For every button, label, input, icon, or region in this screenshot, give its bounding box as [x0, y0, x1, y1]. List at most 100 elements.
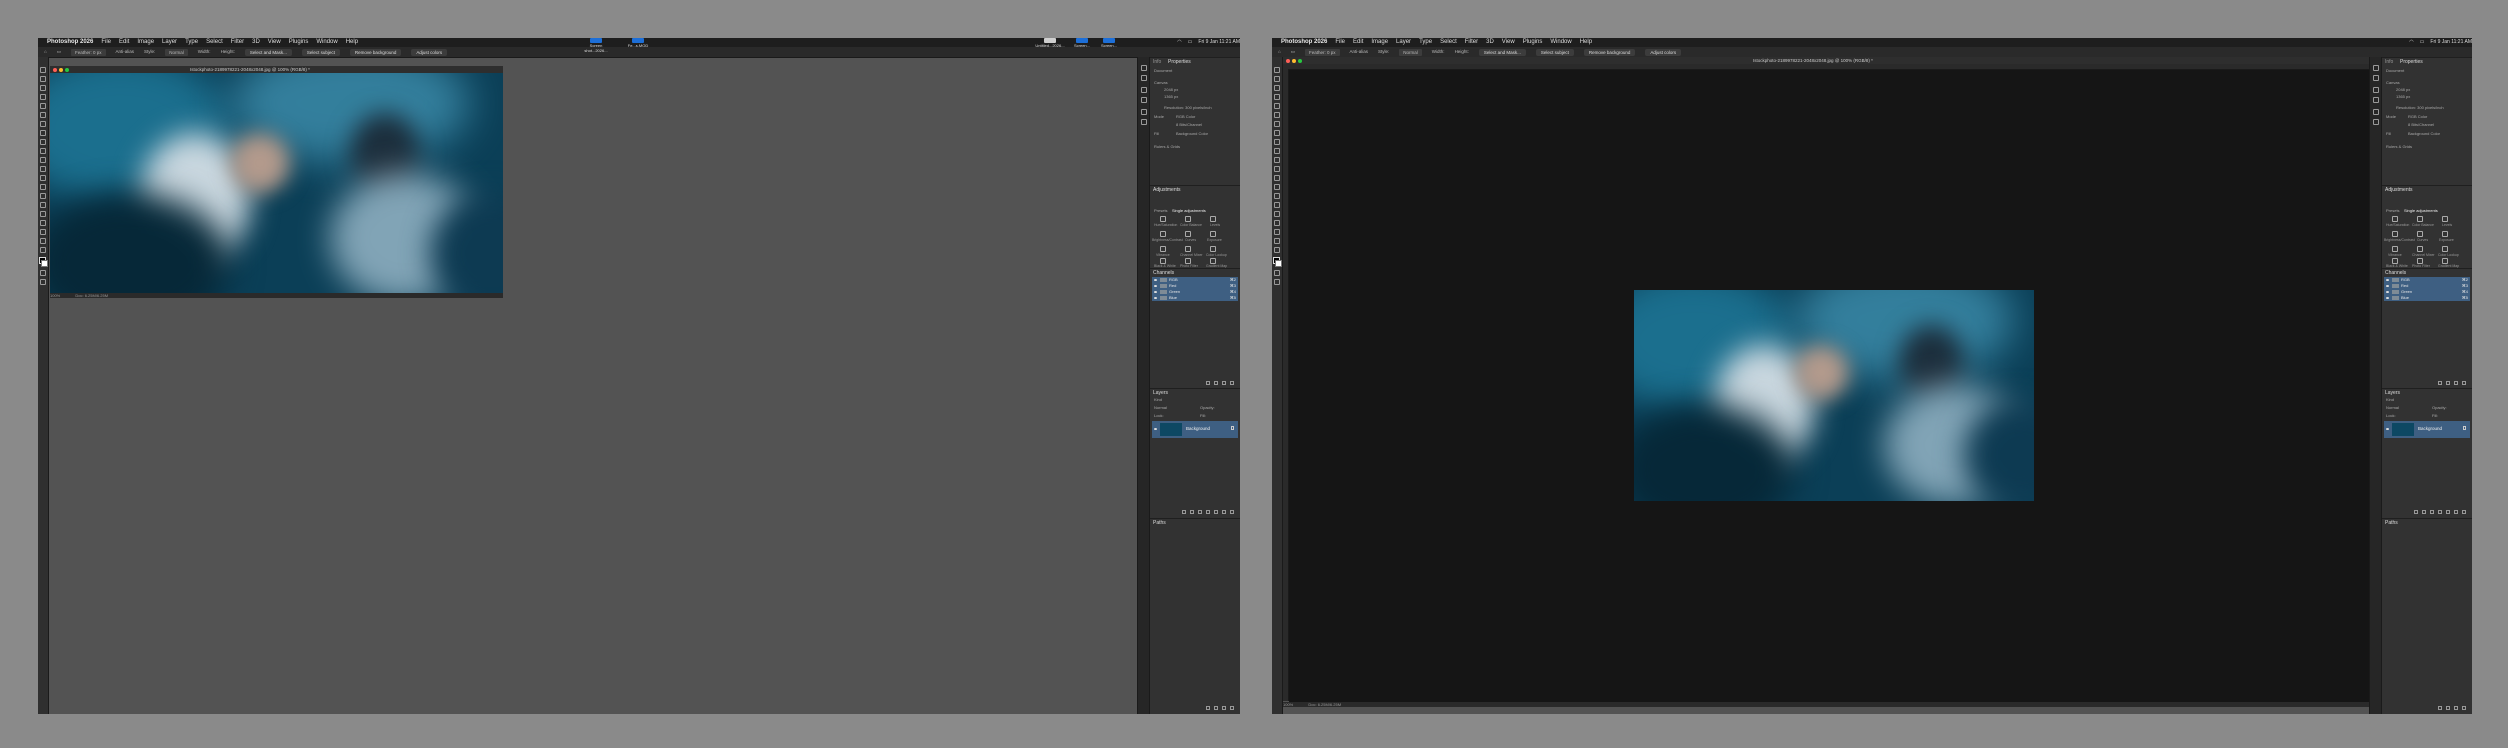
shape-tool-icon[interactable] [40, 229, 46, 235]
new-path-icon[interactable] [1222, 706, 1226, 710]
lock-icon[interactable] [1231, 426, 1234, 430]
menu-file[interactable]: File [101, 38, 111, 47]
history-brush-tool-icon[interactable] [1274, 157, 1280, 163]
color-balance-icon[interactable] [2417, 216, 2423, 222]
blur-tool-icon[interactable] [40, 184, 46, 190]
type-tool-icon[interactable] [1274, 211, 1280, 217]
desktop-file-3[interactable]: Untitled...2026... [1033, 38, 1067, 49]
curves-icon[interactable] [1185, 231, 1191, 237]
eye-icon[interactable] [1154, 278, 1157, 281]
home-icon[interactable]: ⌂ [1278, 47, 1281, 57]
levels-icon[interactable] [1210, 216, 1216, 222]
vibrance-icon[interactable] [2392, 246, 2398, 252]
menu-view[interactable]: View [1502, 38, 1515, 47]
channel-row-green[interactable]: Green ⌘4 [2384, 289, 2470, 295]
battery-icon[interactable]: ▭ [1188, 38, 1193, 47]
stroke-path-icon[interactable] [1214, 706, 1218, 710]
marquee-tool-icon[interactable]: ▭ [57, 47, 61, 57]
zoom-window-icon[interactable] [65, 67, 69, 72]
brushes-icon[interactable] [1141, 87, 1147, 93]
properties-tab[interactable]: Properties [1168, 59, 1191, 65]
glyphs-icon[interactable] [2373, 119, 2379, 125]
eye-icon[interactable] [2386, 284, 2389, 287]
menu-select[interactable]: Select [1440, 38, 1457, 47]
home-icon[interactable]: ⌂ [44, 47, 47, 57]
group-icon[interactable] [2446, 510, 2450, 514]
fill-select[interactable]: Background Color [1176, 131, 1208, 136]
eye-icon[interactable] [2386, 278, 2389, 281]
eye-icon[interactable] [1154, 428, 1157, 430]
adjustment-layer-icon[interactable] [2438, 510, 2442, 514]
antialias-checkbox[interactable]: Anti-alias [116, 47, 135, 57]
antialias-checkbox[interactable]: Anti-alias [1350, 47, 1369, 57]
hand-tool-icon[interactable] [40, 238, 46, 244]
layer-kind-filter[interactable]: Kind [2386, 397, 2394, 402]
background-color-swatch[interactable] [41, 260, 48, 267]
new-channel-icon[interactable] [1222, 381, 1226, 385]
glyphs-icon[interactable] [1141, 119, 1147, 125]
document-tab[interactable]: Istockphoto-2189978221-2048x2048.jpg @ 1… [1283, 57, 2369, 64]
healing-brush-tool-icon[interactable] [1274, 130, 1280, 136]
quick-mask-icon[interactable] [1274, 270, 1280, 276]
zoom-level[interactable]: 100% [50, 293, 60, 298]
delete-channel-icon[interactable] [2462, 381, 2466, 385]
layer-name[interactable]: Background [1186, 426, 1210, 431]
channel-row-red[interactable]: Red ⌘3 [2384, 283, 2470, 289]
crop-tool-icon[interactable] [1274, 103, 1280, 109]
lasso-tool-icon[interactable] [40, 85, 46, 91]
character-icon[interactable] [1141, 97, 1147, 103]
fill-select[interactable]: Background Color [2408, 131, 2440, 136]
minimize-window-icon[interactable] [1292, 58, 1296, 63]
channel-row-red[interactable]: Red ⌘3 [1152, 283, 1238, 289]
menu-filter[interactable]: Filter [1465, 38, 1478, 47]
adjust-colors-button[interactable]: Adjust colors [1645, 48, 1682, 56]
fx-icon[interactable] [1190, 510, 1194, 514]
marquee-tool-icon[interactable] [1274, 76, 1280, 82]
canvas-height[interactable]: 1365 px [2396, 94, 2410, 99]
clone-stamp-tool-icon[interactable] [40, 148, 46, 154]
clock-text[interactable]: Fri 9 Jan 11:21 AM [1198, 38, 1240, 47]
clone-stamp-tool-icon[interactable] [1274, 148, 1280, 154]
blur-tool-icon[interactable] [1274, 184, 1280, 190]
trash-icon[interactable] [2462, 510, 2466, 514]
zoom-level[interactable]: 100% [1283, 702, 1293, 707]
app-menu[interactable]: Photoshop 2026 [1281, 38, 1327, 47]
marquee-tool-icon[interactable] [40, 76, 46, 82]
fill-path-icon[interactable] [2438, 706, 2442, 710]
menu-edit[interactable]: Edit [119, 38, 129, 47]
brightness-contrast-icon[interactable] [2392, 231, 2398, 237]
menu-filter[interactable]: Filter [231, 38, 244, 47]
healing-brush-tool-icon[interactable] [40, 130, 46, 136]
paragraph-icon[interactable] [2373, 109, 2379, 115]
feather-field[interactable]: Feather: 0 px [1304, 48, 1340, 56]
eyedropper-tool-icon[interactable] [1274, 121, 1280, 127]
rulers-grids-section[interactable]: Rulers & Grids [1154, 144, 1180, 149]
clock-text[interactable]: Fri 9 Jan 11:21 AM [2430, 38, 2472, 47]
eye-icon[interactable] [2386, 428, 2389, 430]
single-adjustments-tab[interactable]: Single adjustments [2404, 208, 2438, 213]
menu-help[interactable]: Help [1580, 38, 1592, 47]
select-subject-button[interactable]: Select subject [301, 48, 340, 56]
hue-saturation-icon[interactable] [2392, 216, 2398, 222]
actions-icon[interactable] [1141, 75, 1147, 81]
new-channel-icon[interactable] [2454, 381, 2458, 385]
channel-row-blue[interactable]: Blue ⌘5 [1152, 295, 1238, 301]
style-select[interactable]: Normal [165, 48, 188, 56]
gradient-tool-icon[interactable] [1274, 175, 1280, 181]
lock-icon[interactable] [2463, 426, 2466, 430]
eraser-tool-icon[interactable] [40, 166, 46, 172]
new-layer-icon[interactable] [1222, 510, 1226, 514]
desktop-file-5[interactable]: Screen... [1096, 38, 1122, 49]
link-layers-icon[interactable] [2414, 510, 2418, 514]
screen-mode-icon[interactable] [40, 279, 46, 285]
menu-help[interactable]: Help [346, 38, 358, 47]
channel-row-green[interactable]: Green ⌘4 [1152, 289, 1238, 295]
info-tab[interactable]: Info [2385, 59, 2393, 65]
trash-icon[interactable] [1230, 510, 1234, 514]
mask-icon[interactable] [2430, 510, 2434, 514]
channel-mixer-icon[interactable] [1185, 246, 1191, 252]
menu-file[interactable]: File [1335, 38, 1345, 47]
depth-select[interactable]: 8 Bits/Channel [1176, 122, 1202, 127]
battery-icon[interactable]: ▭ [2420, 38, 2425, 47]
stroke-path-icon[interactable] [2446, 706, 2450, 710]
